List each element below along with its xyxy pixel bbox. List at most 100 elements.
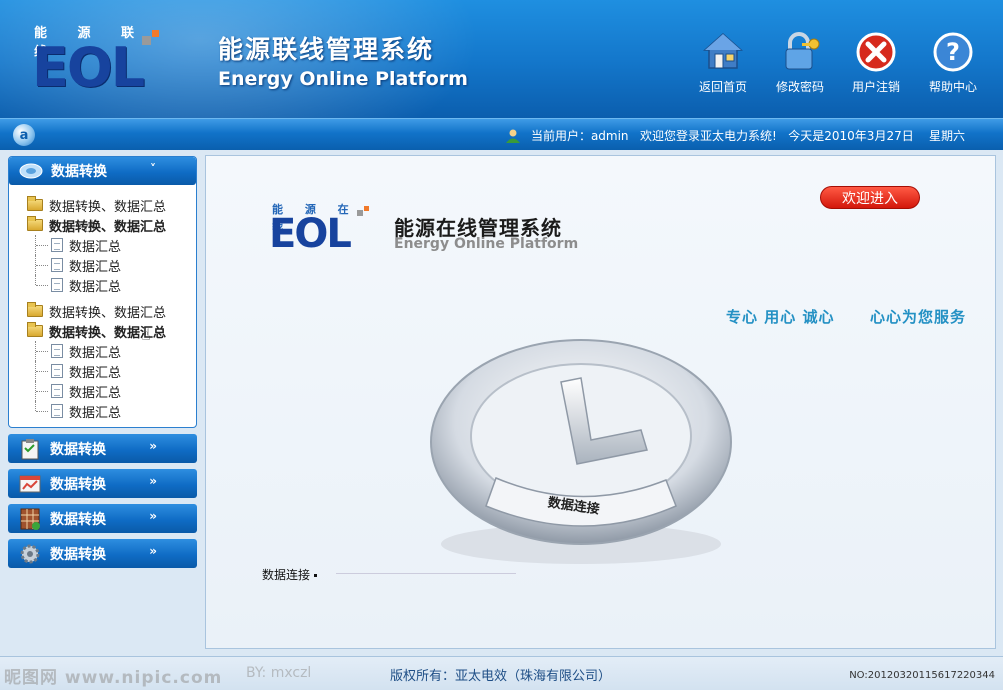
user-icon	[505, 129, 521, 146]
sidebar-section-title: 数据转换	[50, 546, 106, 563]
tree-leaf-label: 数据汇总	[69, 259, 122, 275]
document-icon	[51, 344, 63, 358]
tree-leaf-item[interactable]: 数据汇总	[9, 381, 196, 401]
sidebar-section-collapsed[interactable]: 数据转换 »	[8, 434, 197, 463]
document-icon	[51, 404, 63, 418]
sidebar-open-panel: 数据转换 ˅ 数据转换、数据汇总 数据转换、数据汇总 ☝ 数据汇总 数据汇总 数…	[8, 156, 197, 428]
gear-icon	[18, 543, 42, 565]
app-header: 能 源 联 线 EOL 能源联线管理系统 Energy Online Platf…	[0, 0, 1003, 118]
current-weekday: 星期六	[928, 129, 965, 143]
double-chevron-right-icon: »	[149, 509, 157, 523]
sidebar-section-collapsed[interactable]: 数据转换 »	[8, 469, 197, 498]
document-icon	[51, 278, 63, 292]
app-title: 能源联线管理系统	[218, 35, 435, 64]
app-subtitle: Energy Online Platform	[218, 68, 468, 90]
user-info: 当前用户：admin 欢迎您登录亚太电力系统! 今天是2010年3月27日 星期…	[505, 127, 965, 146]
logout-label: 用户注销	[851, 80, 900, 94]
tree-folder-item[interactable]: 数据转换、数据汇总	[9, 195, 196, 215]
lock-key-icon	[778, 30, 822, 74]
tree-leaf-item[interactable]: 数据汇总	[9, 275, 196, 295]
current-date: 今天是2010年3月27日	[788, 129, 914, 143]
status-bar: a 当前用户：admin 欢迎您登录亚太电力系统! 今天是2010年3月27日 …	[0, 118, 1003, 150]
app-logo: 能 源 联 线 EOL	[26, 22, 176, 104]
connection-leader-line	[336, 573, 516, 574]
connection-ring-graphic: 数据连接	[430, 339, 732, 564]
tree-leaf-label: 数据汇总	[69, 385, 122, 401]
folder-icon	[27, 302, 43, 317]
tree-leaf-label: 数据汇总	[69, 345, 122, 361]
logout-button[interactable]: 用户注销	[841, 30, 911, 95]
main-logo-square-grey	[357, 210, 363, 216]
tree-leaf-label: 数据汇总	[69, 365, 122, 381]
logo-letters: EOL	[32, 36, 145, 99]
tree-folder-label: 数据转换、数据汇总	[49, 199, 167, 215]
sidebar: 数据转换 ˅ 数据转换、数据汇总 数据转换、数据汇总 ☝ 数据汇总 数据汇总 数…	[8, 156, 197, 568]
sidebar-tree: 数据转换、数据汇总 数据转换、数据汇总 ☝ 数据汇总 数据汇总 数据汇总 数据转…	[9, 185, 196, 427]
chart-panel-icon	[18, 473, 42, 495]
help-center-button[interactable]: ? 帮助中心	[918, 30, 988, 95]
sidebar-section-collapsed[interactable]: 数据转换 »	[8, 504, 197, 533]
tree-folder-item[interactable]: 数据转换、数据汇总 ☝	[9, 321, 196, 344]
sidebar-section-header[interactable]: 数据转换 ˅	[9, 157, 196, 185]
tree-leaf-item[interactable]: 数据汇总	[9, 401, 196, 421]
logo-square-grey	[142, 36, 151, 45]
current-user: 当前用户：admin	[530, 129, 629, 143]
main-logo-letters: EOL	[269, 211, 352, 257]
image-number: NO:20120320115617220344	[849, 670, 995, 681]
main-logo: 能 源 在 线 EOL	[269, 201, 369, 257]
double-chevron-right-icon: »	[149, 439, 157, 453]
copyright-text: 版权所有：亚太电效（珠海有限公司）	[390, 669, 612, 684]
slogan-left: 专心 用心 诚心	[726, 308, 835, 326]
tree-folder-label: 数据转换、数据汇总	[49, 305, 167, 321]
connection-note: 数据连接	[262, 566, 318, 583]
slogan-right: 心心为您服务	[870, 308, 967, 326]
sidebar-section-title: 数据转换	[50, 441, 106, 458]
tree-folder-item[interactable]: 数据转换、数据汇总	[9, 301, 196, 321]
logo-square-orange	[152, 30, 159, 37]
home-icon	[701, 30, 745, 74]
main-content: 能 源 在 线 EOL 能源在线管理系统 Energy Online Platf…	[205, 155, 996, 649]
tree-leaf-label: 数据汇总	[69, 405, 122, 421]
status-bar-logo-icon: a	[13, 124, 35, 146]
sidebar-section-title: 数据转换	[51, 164, 107, 180]
double-chevron-right-icon: »	[149, 474, 157, 488]
document-icon	[51, 238, 63, 252]
help-center-label: 帮助中心	[928, 80, 977, 94]
tree-leaf-item[interactable]: 数据汇总	[9, 235, 196, 255]
home-button[interactable]: 返回首页	[688, 30, 758, 95]
main-logo-square-orange	[364, 206, 369, 211]
footer: 昵图网 www.nipic.com BY: mxczl 版权所有：亚太电效（珠海…	[0, 656, 1003, 690]
data-convert-icon	[19, 160, 43, 182]
chevron-down-icon[interactable]: ˅	[150, 162, 156, 176]
document-icon	[51, 364, 63, 378]
folder-icon	[27, 196, 43, 211]
watermark-text: 昵图网 www.nipic.com	[4, 668, 223, 688]
change-password-button[interactable]: 修改密码	[765, 30, 835, 95]
bullet-dot-icon	[314, 574, 318, 577]
sidebar-section-collapsed[interactable]: 数据转换 »	[8, 539, 197, 568]
sidebar-section-title: 数据转换	[50, 476, 106, 493]
tree-leaf-item[interactable]: 数据汇总	[9, 341, 196, 361]
enter-button[interactable]: 欢迎进入	[820, 186, 920, 209]
tree-leaf-item[interactable]: 数据汇总	[9, 255, 196, 275]
document-icon	[51, 384, 63, 398]
change-password-label: 修改密码	[775, 80, 824, 94]
document-icon	[51, 258, 63, 272]
tree-leaf-item[interactable]: 数据汇总	[9, 361, 196, 381]
main-subtitle: Energy Online Platform	[394, 236, 579, 252]
folder-open-icon	[27, 216, 43, 231]
hand-pointer-icon: ☝	[85, 217, 95, 236]
clipboard-icon	[18, 438, 42, 460]
double-chevron-right-icon: »	[149, 544, 157, 558]
tree-folder-item[interactable]: 数据转换、数据汇总 ☝	[9, 215, 196, 236]
tree-leaf-label: 数据汇总	[69, 279, 122, 295]
watermark-author: BY: mxczl	[246, 665, 312, 681]
close-circle-icon	[854, 30, 898, 74]
sidebar-section-title: 数据转换	[50, 511, 106, 528]
spreadsheet-icon	[18, 508, 42, 530]
tree-leaf-label: 数据汇总	[69, 239, 122, 255]
svg-text:?: ?	[946, 38, 960, 66]
welcome-text: 欢迎您登录亚太电力系统!	[640, 129, 777, 143]
folder-open-icon	[27, 322, 43, 337]
help-icon: ?	[931, 30, 975, 74]
